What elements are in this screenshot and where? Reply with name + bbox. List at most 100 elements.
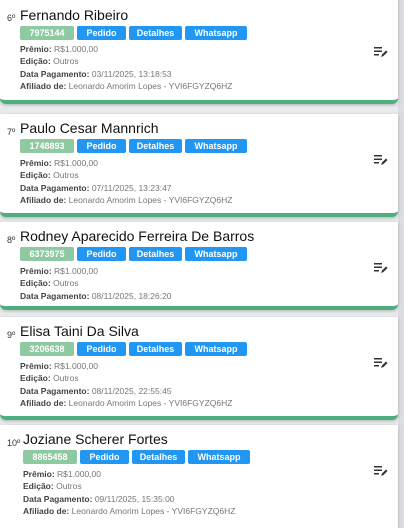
winner-rank: 6º	[7, 13, 16, 23]
data-pagamento-label: Data Pagamento:	[20, 385, 90, 396]
data-pagamento-row: Data Pagamento: 07/11/2025, 13:23:47	[20, 182, 232, 194]
winner-info: Prêmio: R$1.000,00 Edição: Outros Data P…	[23, 468, 235, 517]
pedido-button[interactable]: Pedido	[77, 342, 126, 356]
afiliado-label: Afiliado de:	[20, 80, 67, 91]
winner-card: 9º Elisa Taini Da Silva 3206638 Pedido D…	[0, 317, 398, 420]
data-pagamento-label: Data Pagamento:	[20, 68, 90, 79]
edicao-value: Outros	[53, 373, 79, 384]
premio-row: Prêmio: R$1.000,00	[20, 265, 172, 277]
edit-list-icon[interactable]	[374, 154, 388, 166]
afiliado-row: Afiliado de: Leonardo Amorim Lopes - YVI…	[20, 397, 232, 409]
winner-info: Prêmio: R$1.000,00 Edição: Outros Data P…	[20, 43, 232, 92]
pedido-button[interactable]: Pedido	[80, 450, 129, 464]
premio-value: R$1.000,00	[54, 361, 98, 371]
edit-list-icon[interactable]	[374, 465, 388, 477]
premio-row: Prêmio: R$1.000,00	[20, 360, 232, 372]
edicao-row: Edição: Outros	[20, 55, 232, 67]
detalhes-button[interactable]: Detalhes	[129, 26, 182, 40]
winner-name: Joziane Scherer Fortes	[23, 431, 168, 447]
winner-card: 7º Paulo Cesar Mannrich 1748893 Pedido D…	[0, 114, 398, 217]
whatsapp-button[interactable]: Whatsapp	[185, 342, 247, 356]
ticket-code-badge: 7975144	[20, 26, 74, 40]
winner-rank: 10º	[7, 438, 21, 448]
winner-actions: 3206638 Pedido Detalhes Whatsapp	[20, 342, 247, 356]
data-pagamento-row: Data Pagamento: 08/11/2025, 18:26:20	[20, 290, 172, 302]
premio-label: Prêmio:	[20, 266, 52, 276]
winner-name: Elisa Taini Da Silva	[20, 323, 139, 339]
premio-value: R$1.000,00	[57, 469, 101, 479]
premio-value: R$1.000,00	[54, 266, 98, 276]
pedido-button[interactable]: Pedido	[77, 139, 126, 153]
whatsapp-button[interactable]: Whatsapp	[185, 139, 247, 153]
ticket-code-badge: 1748893	[20, 139, 74, 153]
edicao-row: Edição: Outros	[23, 480, 235, 492]
data-pagamento-row: Data Pagamento: 09/11/2025, 15:35:00	[23, 493, 235, 505]
data-pagamento-value: 03/11/2025, 13:18:53	[91, 68, 172, 79]
edicao-value: Outros	[53, 278, 79, 289]
winner-rank: 8º	[7, 235, 16, 245]
data-pagamento-row: Data Pagamento: 08/11/2025, 22:55:45	[20, 385, 232, 397]
afiliado-label: Afiliado de:	[23, 505, 70, 516]
winner-actions: 7975144 Pedido Detalhes Whatsapp	[20, 26, 247, 40]
winner-info: Prêmio: R$1.000,00 Edição: Outros Data P…	[20, 265, 172, 302]
edicao-row: Edição: Outros	[20, 169, 232, 181]
edicao-label: Edição:	[20, 278, 51, 289]
premio-label: Prêmio:	[20, 158, 52, 168]
data-pagamento-value: 09/11/2025, 15:35:00	[94, 493, 175, 504]
winner-info: Prêmio: R$1.000,00 Edição: Outros Data P…	[20, 157, 232, 206]
premio-value: R$1.000,00	[54, 44, 98, 54]
edicao-label: Edição:	[23, 481, 54, 492]
premio-row: Prêmio: R$1.000,00	[23, 468, 235, 480]
premio-value: R$1.000,00	[54, 158, 98, 168]
pedido-button[interactable]: Pedido	[77, 247, 126, 261]
afiliado-value: Leonardo Amorim Lopes - YVI6FGYZQ6HZ	[68, 80, 233, 91]
data-pagamento-row: Data Pagamento: 03/11/2025, 13:18:53	[20, 68, 232, 80]
edicao-row: Edição: Outros	[20, 372, 232, 384]
edit-list-icon[interactable]	[374, 357, 388, 369]
whatsapp-button[interactable]: Whatsapp	[185, 247, 247, 261]
data-pagamento-value: 08/11/2025, 18:26:20	[91, 290, 172, 301]
winner-name: Paulo Cesar Mannrich	[20, 120, 159, 136]
edit-list-icon[interactable]	[374, 46, 388, 58]
afiliado-value: Leonardo Amorim Lopes - YVI6FGYZQ6HZ	[68, 397, 233, 408]
winner-name: Rodney Aparecido Ferreira De Barros	[20, 228, 255, 244]
winner-name: Fernando Ribeiro	[20, 7, 129, 23]
edicao-label: Edição:	[20, 170, 51, 181]
winner-card: 6º Fernando Ribeiro 7975144 Pedido Detal…	[0, 0, 398, 104]
data-pagamento-label: Data Pagamento:	[20, 290, 90, 301]
winner-rank: 7º	[7, 127, 16, 137]
whatsapp-button[interactable]: Whatsapp	[185, 26, 247, 40]
ticket-code-badge: 8865458	[23, 450, 77, 464]
whatsapp-button[interactable]: Whatsapp	[188, 450, 250, 464]
pedido-button[interactable]: Pedido	[77, 26, 126, 40]
afiliado-row: Afiliado de: Leonardo Amorim Lopes - YVI…	[20, 80, 232, 92]
winner-info: Prêmio: R$1.000,00 Edição: Outros Data P…	[20, 360, 232, 409]
ticket-code-badge: 3206638	[20, 342, 74, 356]
afiliado-label: Afiliado de:	[20, 194, 67, 205]
premio-row: Prêmio: R$1.000,00	[20, 157, 232, 169]
edicao-row: Edição: Outros	[20, 277, 172, 289]
premio-label: Prêmio:	[20, 361, 52, 371]
afiliado-label: Afiliado de:	[20, 397, 67, 408]
data-pagamento-value: 08/11/2025, 22:55:45	[91, 385, 172, 396]
edicao-value: Outros	[56, 481, 82, 492]
edicao-value: Outros	[53, 56, 79, 67]
edicao-value: Outros	[53, 170, 79, 181]
edit-list-icon[interactable]	[374, 262, 388, 274]
afiliado-value: Leonardo Amorim Lopes - YVI6FGYZQ6HZ	[68, 194, 233, 205]
winner-actions: 6373975 Pedido Detalhes Whatsapp	[20, 247, 247, 261]
detalhes-button[interactable]: Detalhes	[129, 139, 182, 153]
ticket-code-badge: 6373975	[20, 247, 74, 261]
afiliado-row: Afiliado de: Leonardo Amorim Lopes - YVI…	[23, 505, 235, 517]
data-pagamento-label: Data Pagamento:	[20, 182, 90, 193]
detalhes-button[interactable]: Detalhes	[129, 247, 182, 261]
winner-rank: 9º	[7, 330, 16, 340]
detalhes-button[interactable]: Detalhes	[132, 450, 185, 464]
detalhes-button[interactable]: Detalhes	[129, 342, 182, 356]
winner-actions: 8865458 Pedido Detalhes Whatsapp	[23, 450, 250, 464]
winner-actions: 1748893 Pedido Detalhes Whatsapp	[20, 139, 247, 153]
edicao-label: Edição:	[20, 373, 51, 384]
data-pagamento-label: Data Pagamento:	[23, 493, 93, 504]
afiliado-row: Afiliado de: Leonardo Amorim Lopes - YVI…	[20, 194, 232, 206]
premio-row: Prêmio: R$1.000,00	[20, 43, 232, 55]
